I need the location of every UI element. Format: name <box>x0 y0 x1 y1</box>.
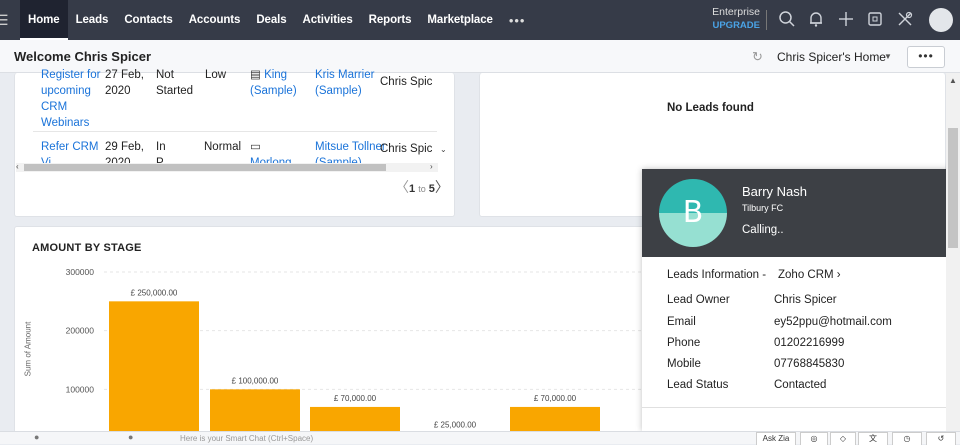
field-label: Phone <box>667 337 701 349</box>
refresh-icon[interactable]: ↻ <box>752 49 763 65</box>
edition-badge[interactable]: Enterprise UPGRADE <box>712 6 760 32</box>
setup-tools-icon[interactable] <box>895 10 915 30</box>
scrollbar-thumb[interactable] <box>24 164 386 171</box>
table-cell-subject[interactable]: Refer CRM Vi <box>41 139 99 163</box>
caller-header: B Barry Nash Tilbury FC Calling.. <box>642 169 960 257</box>
nav-activities[interactable]: Activities <box>295 0 361 40</box>
phone-value: 01202216999 <box>774 337 845 349</box>
bell-icon[interactable] <box>806 10 826 30</box>
table-cell-status: Not Started <box>156 69 194 97</box>
table-cell-subject[interactable]: Register for upcoming CRM Webinars <box>41 67 100 131</box>
scroll-right-icon[interactable]: › <box>430 162 433 171</box>
chat-icon[interactable]: ● <box>34 432 39 442</box>
caller-avatar: B <box>659 179 727 247</box>
scroll-up-icon[interactable]: ▲ <box>949 76 957 85</box>
zoho-crm-link[interactable]: Zoho CRM › <box>778 269 841 281</box>
lead-status-value: Contacted <box>774 379 827 391</box>
table-cell-related-to[interactable]: Kris Marrier (Sample) <box>315 67 374 99</box>
empty-state-text: No Leads found <box>667 102 754 114</box>
nav-deals[interactable]: Deals <box>248 0 294 40</box>
top-nav-bar: ☰ Home Leads Contacts Accounts Deals Act… <box>0 0 960 40</box>
horizontal-scrollbar[interactable]: ‹ › <box>16 162 438 172</box>
notes-icon[interactable]: ◇ <box>830 432 856 445</box>
more-options-button[interactable]: ••• <box>907 46 945 68</box>
nav-contacts[interactable]: Contacts <box>116 0 180 40</box>
edition-label: Enterprise <box>712 6 760 18</box>
home-selector[interactable]: Chris Spicer's Home <box>777 50 886 64</box>
chart-title: AMOUNT BY STAGE <box>32 242 142 254</box>
pagination: 〈1 to 5〉 <box>395 179 449 195</box>
divider <box>642 407 960 408</box>
call-log-icon: ▭ <box>250 141 261 153</box>
lead-owner-value: Chris Spicer <box>774 294 837 306</box>
search-icon[interactable] <box>777 10 797 30</box>
table-cell-owner: Chris Spic <box>380 143 433 155</box>
nav-accounts[interactable]: Accounts <box>181 0 249 40</box>
upgrade-link[interactable]: UPGRADE <box>712 19 760 32</box>
translate-icon[interactable]: 文 <box>858 432 888 445</box>
table-row: Refer CRM Vi 29 Feb, 2020 In P Normal ▭ … <box>16 133 440 163</box>
nav-marketplace[interactable]: Marketplace <box>419 0 500 40</box>
vertical-scrollbar[interactable]: ▲ <box>946 73 960 431</box>
chevron-down-icon[interactable]: ⌄ <box>440 145 447 154</box>
email-value: ey52ppu@hotmail.com <box>774 316 892 328</box>
call-popup: B Barry Nash Tilbury FC Calling.. Leads … <box>642 169 960 431</box>
bottom-bar: ● ● Here is your Smart Chat (Ctrl+Space)… <box>0 431 960 445</box>
smart-chat-input[interactable]: Here is your Smart Chat (Ctrl+Space) <box>180 434 313 443</box>
table-cell-due-date: 29 Feb, 2020 <box>105 141 144 163</box>
mobile-value: 07768845830 <box>774 358 845 370</box>
more-tabs-icon[interactable]: ••• <box>501 13 534 28</box>
ask-zia-button[interactable]: Ask Zia <box>756 432 796 445</box>
divider <box>766 10 767 30</box>
table-cell-status: In P <box>156 141 166 163</box>
nav-home[interactable]: Home <box>20 0 68 40</box>
table-cell-contact[interactable]: ▤ King (Sample) <box>250 67 297 99</box>
hamburger-icon[interactable]: ☰ <box>0 12 10 29</box>
next-page-icon[interactable]: 〉 <box>435 179 449 195</box>
table-cell-priority: Low <box>205 69 227 81</box>
table-cell-priority: Normal <box>204 141 242 153</box>
plus-icon[interactable] <box>836 10 856 30</box>
scrollbar-thumb[interactable] <box>948 128 958 248</box>
y-axis-label: Sum of Amount <box>23 321 33 377</box>
page-title: Welcome Chris Spicer <box>14 49 152 64</box>
home-header: Welcome Chris Spicer ↻ Chris Spicer's Ho… <box>0 40 960 73</box>
profile-avatar[interactable] <box>929 8 953 32</box>
field-label: Lead Owner <box>667 294 730 306</box>
table-cell-owner: Chris Spic <box>380 76 433 88</box>
calendar-icon[interactable] <box>865 10 885 30</box>
call-status: Calling.. <box>742 224 784 236</box>
chevron-down-icon[interactable]: ▼ <box>884 52 892 61</box>
table-cell-related-to[interactable]: Mitsue Tollner (Sample) <box>315 139 386 163</box>
prev-page-icon[interactable]: 〈 <box>395 179 409 195</box>
contacts-icon[interactable]: ● <box>128 432 133 442</box>
field-label: Mobile <box>667 358 701 370</box>
scroll-left-icon[interactable]: ‹ <box>16 162 19 171</box>
field-label: Lead Status <box>667 379 729 391</box>
table-cell-due-date: 27 Feb, 2020 <box>105 69 144 97</box>
leads-info-label: Leads Information - <box>667 269 767 281</box>
table-cell-contact[interactable]: ▭ Morlong <box>250 139 292 163</box>
nav-leads[interactable]: Leads <box>68 0 117 40</box>
alarm-icon[interactable]: ◷ <box>892 432 922 445</box>
game-controller-icon[interactable]: ◎ <box>800 432 828 445</box>
history-icon[interactable]: ↺ <box>926 432 956 445</box>
nav-reports[interactable]: Reports <box>361 0 420 40</box>
building-icon: ▤ <box>250 69 265 81</box>
caller-name: Barry Nash <box>742 184 808 199</box>
row-divider <box>33 131 437 132</box>
caller-company: Tilbury FC <box>742 203 784 213</box>
field-label: Email <box>667 316 696 328</box>
